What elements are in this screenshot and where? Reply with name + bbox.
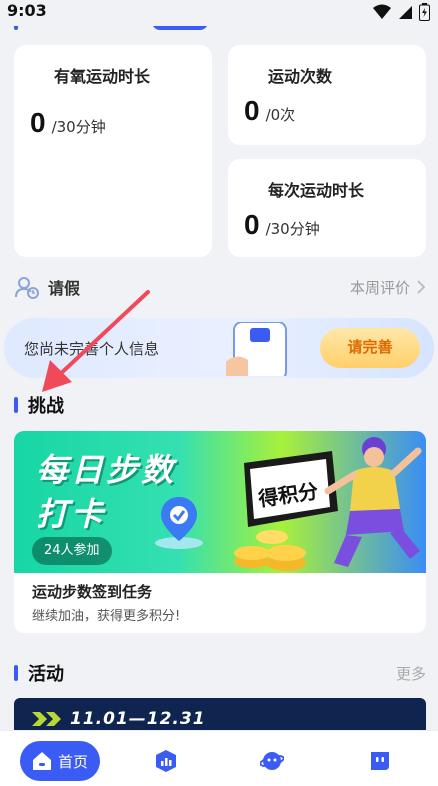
weekly-evaluation-label: 本周评价	[349, 278, 410, 297]
activity-section-header: 活动 更多	[14, 660, 426, 686]
exercise-count-card[interactable]: 运动次数 0 /0次	[228, 45, 426, 145]
wifi-icon	[373, 4, 391, 19]
double-chevron-icon	[32, 712, 61, 726]
activity-date-range: 11.01—12.31	[70, 709, 206, 729]
stat-unit: /30分钟	[51, 118, 106, 136]
challenge-banner[interactable]: 每日步数 打卡 得积分 24人参加	[14, 431, 426, 573]
coins-illustration	[234, 530, 306, 571]
bottom-tab-bar: 首页	[0, 730, 438, 786]
leave-row: 请假 本周评价	[14, 270, 426, 304]
profile-incomplete-banner: 您尚未完善个人信息 请完善	[4, 318, 434, 378]
complete-profile-button[interactable]: 请完善	[320, 328, 420, 368]
stat-value: 0	[30, 107, 46, 138]
stat-value-row: 0 /30分钟	[30, 107, 106, 139]
tab-home-label: 首页	[57, 752, 88, 771]
chat-tab-icon[interactable]	[368, 749, 392, 773]
home-icon	[32, 752, 51, 770]
stat-title: 有氧运动时长	[54, 67, 151, 86]
stat-value: 0	[244, 209, 260, 240]
profile-incomplete-text: 您尚未完善个人信息	[24, 340, 160, 358]
status-bar: 9:03	[0, 0, 438, 26]
chart-tab-icon[interactable]	[154, 749, 178, 773]
challenge-subtitle: 继续加油，获得更多积分!	[32, 609, 181, 624]
challenge-section-header: 挑战	[14, 392, 426, 418]
stat-title: 运动次数	[268, 67, 333, 86]
session-duration-card[interactable]: 每次运动时长 0 /30分钟	[228, 159, 426, 257]
section-accent-bar	[14, 397, 18, 413]
stat-unit: /30分钟	[265, 220, 320, 238]
chevron-right-icon	[417, 280, 426, 294]
battery-icon	[419, 3, 430, 21]
signal-icon	[399, 6, 412, 19]
planet-tab-icon[interactable]	[260, 749, 284, 773]
status-icons	[373, 3, 430, 21]
location-pin-icon	[155, 497, 203, 549]
tab-home[interactable]: 首页	[20, 741, 100, 781]
weekly-evaluation-link[interactable]: 本周评价	[350, 277, 426, 298]
challenge-card[interactable]: 每日步数 打卡 得积分 24人参加 运动步数签到任务 继续加油，获得更多积分!	[14, 431, 426, 633]
challenge-name: 运动步数签到任务	[32, 583, 153, 601]
challenge-section-title: 挑战	[28, 396, 64, 417]
phone-illustration	[226, 322, 287, 376]
banner-title-line2: 打卡	[36, 495, 107, 533]
stat-value-row: 0 /30分钟	[244, 209, 320, 241]
runner-illustration	[324, 437, 422, 567]
stat-value-row: 0 /0次	[244, 95, 295, 127]
activity-more-link[interactable]: 更多	[396, 663, 426, 684]
leave-icon[interactable]	[14, 274, 40, 300]
section-accent-bar	[14, 665, 18, 681]
participants-badge: 24人参加	[32, 537, 112, 565]
aerobic-duration-card[interactable]: 有氧运动时长 0 /30分钟	[14, 45, 212, 257]
stat-title: 每次运动时长	[268, 181, 365, 200]
status-time: 9:03	[7, 1, 47, 20]
banner-title-line1: 每日步数	[36, 451, 177, 489]
stat-unit: /0次	[265, 106, 296, 124]
stat-value: 0	[244, 95, 260, 126]
leave-label[interactable]: 请假	[48, 275, 80, 299]
activity-section-title: 活动	[28, 664, 64, 685]
